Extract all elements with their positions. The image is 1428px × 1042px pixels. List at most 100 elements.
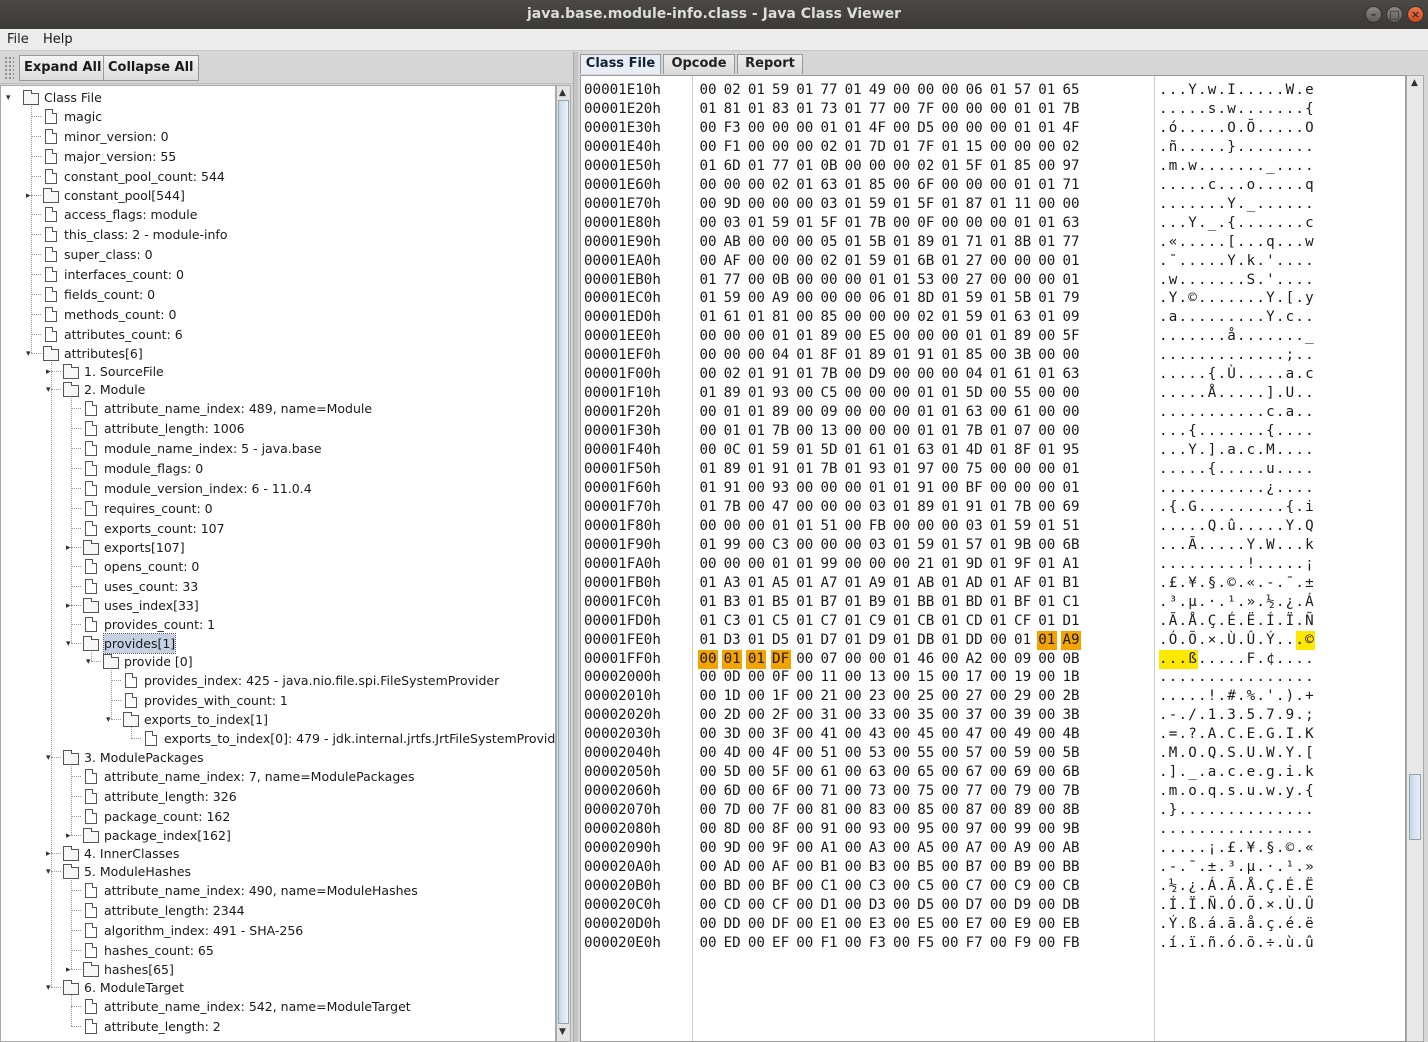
- hex-byte[interactable]: D1: [1061, 612, 1081, 631]
- hex-byte[interactable]: 00: [698, 706, 718, 725]
- hex-byte[interactable]: 01: [746, 214, 766, 233]
- tree-folder-node[interactable]: ▾ 5. ModuleHashes: [1, 862, 541, 881]
- hex-byte[interactable]: 01: [988, 498, 1008, 517]
- hex-byte[interactable]: 01: [795, 346, 815, 365]
- hex-byte[interactable]: 00: [698, 346, 718, 365]
- hex-byte[interactable]: 21: [916, 555, 936, 574]
- hex-byte[interactable]: 01: [746, 650, 767, 669]
- hex-byte[interactable]: 81: [771, 308, 791, 327]
- tree-leaf-node[interactable]: requires_count: 0: [1, 499, 541, 518]
- hex-byte[interactable]: 01: [843, 574, 863, 593]
- maximize-icon[interactable]: □: [1386, 6, 1403, 23]
- hex-byte[interactable]: 00: [795, 858, 815, 877]
- hex-byte[interactable]: 01: [892, 252, 912, 271]
- hex-byte[interactable]: 7B: [722, 498, 742, 517]
- tree-folder-node[interactable]: ▸ uses_index[33]: [1, 596, 541, 615]
- hex-byte[interactable]: 01: [1037, 593, 1057, 612]
- hex-byte[interactable]: 00: [892, 782, 912, 801]
- hex-byte[interactable]: 00: [698, 327, 718, 346]
- collapse-toggle-icon[interactable]: ▾: [46, 867, 51, 877]
- hex-byte[interactable]: 01: [795, 612, 815, 631]
- hex-byte[interactable]: 01: [1037, 100, 1057, 119]
- hex-byte[interactable]: F9: [1013, 934, 1033, 953]
- hex-byte[interactable]: D5: [771, 631, 791, 650]
- hex-byte[interactable]: 01: [795, 593, 815, 612]
- hex-byte[interactable]: EB: [1061, 915, 1081, 934]
- hex-byte[interactable]: 00: [940, 460, 960, 479]
- hex-byte[interactable]: 00: [1037, 725, 1057, 744]
- hex-byte[interactable]: 01: [940, 631, 960, 650]
- hex-byte[interactable]: 00: [843, 308, 863, 327]
- hex-byte[interactable]: 01: [795, 176, 815, 195]
- hex-byte[interactable]: 00: [988, 100, 1008, 119]
- hex-byte[interactable]: 01: [843, 195, 863, 214]
- hex-byte[interactable]: 00: [1037, 422, 1057, 441]
- hex-byte[interactable]: 81: [819, 801, 839, 820]
- hex-byte[interactable]: 00: [746, 839, 766, 858]
- minimize-icon[interactable]: –: [1365, 6, 1382, 23]
- hex-byte[interactable]: 00: [892, 858, 912, 877]
- hex-byte[interactable]: 00: [988, 271, 1008, 290]
- hex-byte[interactable]: 01: [843, 441, 863, 460]
- hex-byte[interactable]: F1: [819, 934, 839, 953]
- tree-folder-node[interactable]: ▾ attributes[6]: [1, 344, 541, 363]
- hex-byte[interactable]: 01: [1037, 81, 1057, 100]
- hex-byte[interactable]: A3: [722, 574, 742, 593]
- hex-byte[interactable]: 00: [988, 725, 1008, 744]
- hex-byte[interactable]: 01: [1037, 517, 1057, 536]
- hex-byte[interactable]: D7: [819, 631, 839, 650]
- hex-byte[interactable]: 01: [988, 536, 1008, 555]
- menu-file[interactable]: File: [7, 31, 29, 49]
- hex-byte[interactable]: 01: [1037, 574, 1057, 593]
- tree-leaf-node[interactable]: algorithm_index: 491 - SHA-256: [1, 921, 541, 940]
- class-file-tree[interactable]: ▾ Class File magic minor_version: 0 major_ve…: [0, 85, 556, 1042]
- hex-byte[interactable]: BF: [1013, 593, 1033, 612]
- hex-byte[interactable]: 63: [1061, 214, 1081, 233]
- hex-byte[interactable]: 00: [892, 81, 912, 100]
- tree-leaf-node[interactable]: opens_count: 0: [1, 557, 541, 576]
- hex-byte[interactable]: BF: [771, 877, 791, 896]
- hex-byte[interactable]: 01: [843, 593, 863, 612]
- hex-byte[interactable]: 75: [916, 782, 936, 801]
- hex-byte[interactable]: 71: [1061, 176, 1081, 195]
- tree-leaf-node[interactable]: provides_index: 425 - java.nio.file.spi.…: [1, 671, 541, 690]
- hex-byte[interactable]: 01: [698, 460, 718, 479]
- hex-byte[interactable]: 01: [1013, 100, 1033, 119]
- hex-byte[interactable]: A2: [964, 650, 984, 669]
- collapse-toggle-icon[interactable]: ▾: [86, 657, 91, 667]
- hex-byte[interactable]: 93: [771, 384, 791, 403]
- hex-byte[interactable]: 00: [1037, 820, 1057, 839]
- hex-byte[interactable]: 00: [698, 555, 718, 574]
- hex-byte[interactable]: 00: [819, 289, 839, 308]
- hex-byte[interactable]: 00: [843, 289, 863, 308]
- expand-toggle-icon[interactable]: ▸: [66, 543, 71, 553]
- hex-byte[interactable]: 00: [843, 668, 863, 687]
- hex-byte[interactable]: 01: [988, 517, 1008, 536]
- hex-byte[interactable]: 00: [964, 119, 984, 138]
- hex-byte[interactable]: BB: [916, 593, 936, 612]
- hex-byte[interactable]: 00: [843, 517, 863, 536]
- hex-byte[interactable]: 01: [892, 479, 912, 498]
- hex-byte[interactable]: 9D: [722, 839, 742, 858]
- hex-byte[interactable]: 00: [867, 422, 887, 441]
- hex-byte[interactable]: 00: [892, 327, 912, 346]
- hex-byte[interactable]: 00: [916, 81, 936, 100]
- hex-byte[interactable]: 33: [867, 706, 887, 725]
- hex-byte[interactable]: 00: [698, 81, 718, 100]
- tree-folder-node[interactable]: ▾ 2. Module: [1, 380, 541, 399]
- hex-byte[interactable]: 01: [988, 555, 1008, 574]
- hex-byte[interactable]: 95: [916, 820, 936, 839]
- tree-leaf-node[interactable]: package_count: 162: [1, 807, 541, 826]
- hex-byte[interactable]: 01: [843, 460, 863, 479]
- hex-byte[interactable]: 00: [771, 195, 791, 214]
- tree-leaf-node[interactable]: uses_count: 33: [1, 577, 541, 596]
- hex-byte[interactable]: AB: [916, 574, 936, 593]
- hex-byte[interactable]: 00: [892, 157, 912, 176]
- hex-byte[interactable]: 00: [698, 668, 718, 687]
- hex-byte[interactable]: 01: [698, 612, 718, 631]
- hex-byte[interactable]: 7B: [867, 214, 887, 233]
- hex-byte[interactable]: 01: [698, 289, 718, 308]
- hex-byte[interactable]: 00: [795, 271, 815, 290]
- tree-leaf-node[interactable]: access_flags: module: [1, 205, 541, 224]
- hex-byte[interactable]: 01: [988, 593, 1008, 612]
